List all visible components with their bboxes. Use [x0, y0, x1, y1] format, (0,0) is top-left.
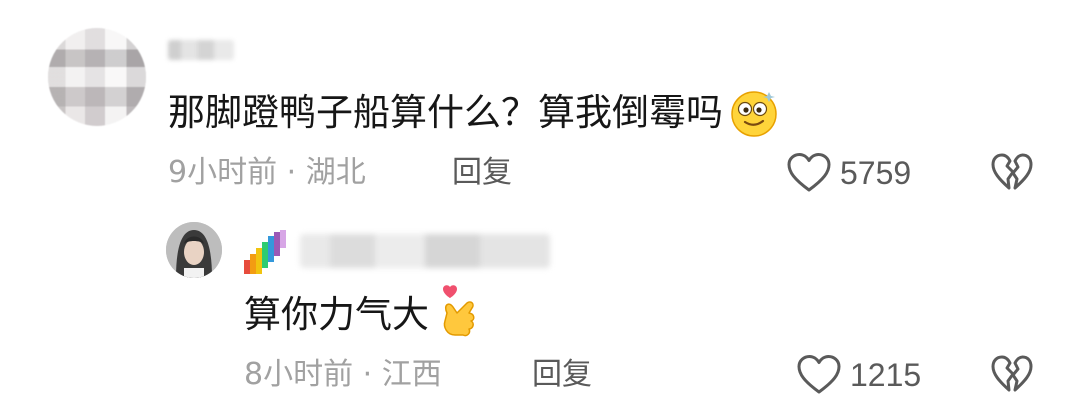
dizzy-face-emoji-icon — [731, 90, 777, 137]
broken-heart-icon — [991, 153, 1033, 190]
comment-time: 9小时前 — [168, 155, 278, 190]
comment-text: 那脚蹬鸭子船算什么？算我倒霉吗 — [168, 91, 723, 134]
heart-outline-icon — [797, 355, 841, 394]
avatar[interactable] — [166, 222, 222, 278]
heart-outline-icon — [787, 153, 831, 192]
like-count: 5759 — [840, 155, 912, 191]
meta-separator: · — [362, 357, 373, 392]
reply-button[interactable]: 回复 — [532, 352, 592, 398]
reply-text-row: 算你力气大 — [244, 284, 481, 345]
comment-location: 湖北 — [305, 155, 366, 190]
reply-location: 江西 — [381, 357, 442, 392]
like-button[interactable]: 1215 — [796, 352, 921, 398]
username-redacted[interactable] — [168, 40, 234, 60]
like-count: 1215 — [850, 357, 922, 393]
reply-time: 8小时前 — [244, 357, 354, 392]
dislike-button[interactable] — [990, 354, 1034, 396]
comment-text-row: 那脚蹬鸭子船算什么？算我倒霉吗 — [168, 86, 781, 141]
username-redacted[interactable] — [300, 234, 550, 268]
broken-heart-icon — [991, 355, 1033, 392]
like-button[interactable]: 5759 — [786, 150, 911, 196]
reply-meta: 8小时前 · 江西 — [244, 352, 442, 398]
avatar[interactable] — [48, 28, 146, 126]
finger-heart-emoji-icon — [443, 284, 475, 336]
comment-meta: 9小时前 · 湖北 — [168, 150, 366, 196]
avatar-image — [166, 222, 222, 278]
dislike-button[interactable] — [990, 152, 1034, 194]
rainbow-badge-icon — [244, 230, 286, 274]
meta-separator: · — [286, 155, 297, 190]
reply-text: 算你力气大 — [244, 293, 429, 336]
reply-button[interactable]: 回复 — [452, 150, 512, 196]
